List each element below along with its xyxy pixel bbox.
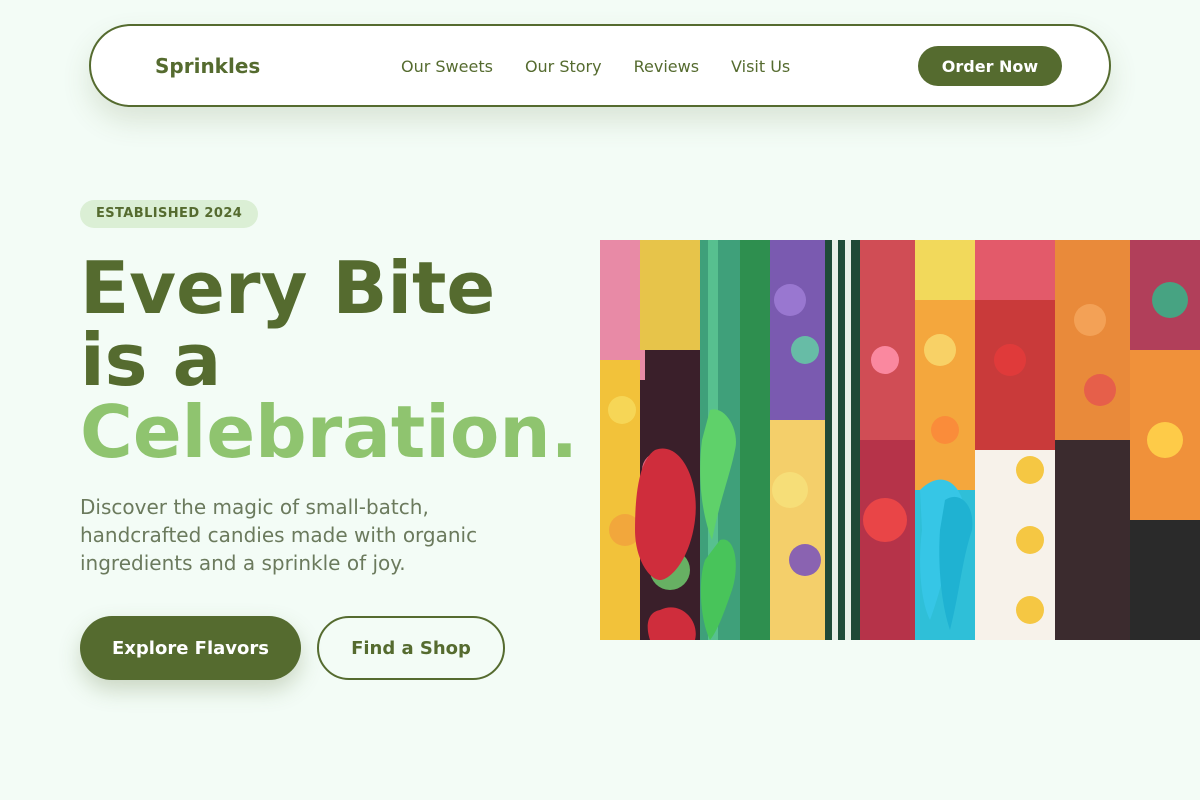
- nav-link-our-story[interactable]: Our Story: [525, 57, 602, 76]
- nav-link-reviews[interactable]: Reviews: [634, 57, 699, 76]
- nav-link-visit-us[interactable]: Visit Us: [731, 57, 790, 76]
- headline-line-1: Every Bite: [80, 246, 496, 330]
- brand-logo[interactable]: Sprinkles: [155, 54, 260, 78]
- find-a-shop-button[interactable]: Find a Shop: [317, 616, 505, 680]
- explore-flavors-button[interactable]: Explore Flavors: [80, 616, 301, 680]
- headline-accent: Celebration.: [80, 390, 578, 474]
- order-now-button[interactable]: Order Now: [918, 46, 1062, 86]
- hero-headline: Every Bite is a Celebration.: [80, 252, 620, 468]
- landing-page: Sprinkles Our Sweets Our Story Reviews V…: [0, 0, 1200, 800]
- established-badge: ESTABLISHED 2024: [80, 200, 259, 228]
- hero-description: Discover the magic of small-batch, handc…: [80, 495, 478, 575]
- candy-photo: [600, 240, 1200, 640]
- nav-links: Our Sweets Our Story Reviews Visit Us: [401, 57, 790, 76]
- candy-photo-illustration: [600, 240, 1200, 640]
- headline-line-2: is a: [80, 318, 222, 402]
- top-navigation: Sprinkles Our Sweets Our Story Reviews V…: [89, 24, 1111, 107]
- nav-link-our-sweets[interactable]: Our Sweets: [401, 57, 493, 76]
